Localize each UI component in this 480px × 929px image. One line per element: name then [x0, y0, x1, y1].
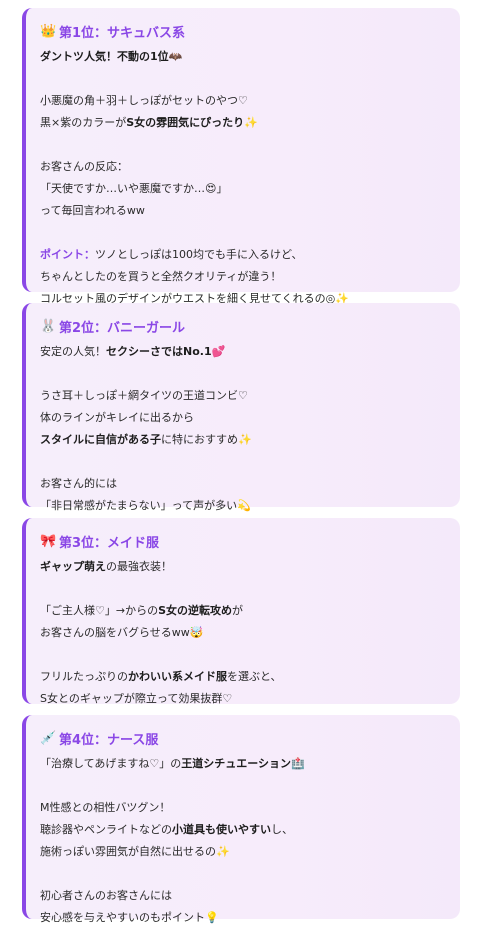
bold-text-span: スタイルに自信がある子 — [40, 433, 161, 446]
card-text-line: 初心者さんのお客さんには — [40, 889, 172, 902]
ranking-card-1: 👑 第1位：サキュバス系 ダントツ人気！不動の1位🦇 小悪魔の角＋羽＋しっぽがセ… — [22, 8, 460, 305]
card-text-line: 「天使ですか…いや悪魔ですか…😍」 — [40, 182, 228, 195]
text-span: の最強衣装！ — [106, 560, 172, 573]
bold-text-span: S女の逆転攻め — [158, 604, 233, 617]
ranking-card-2: 🐰 第2位：バニーガール 安定の人気！セクシーさではNo.1💕 うさ耳＋しっぽ＋… — [22, 303, 460, 512]
bold-text-span: セクシーさではNo.1 — [106, 345, 212, 358]
card-text-line: ギャップ萌えの最強衣装！ — [40, 556, 446, 578]
card-title-text: 第3位：メイド服 — [59, 535, 160, 551]
card-text-line: お客さんの脳をバグらせるww🤯 — [40, 626, 204, 639]
point-label: ポイント： — [40, 248, 95, 261]
card-text-line: 聴診器やペンライトなどの小道具も使いやすいし、 — [40, 819, 446, 841]
card-text-line: 「非日常感がたまらない」って声が多い💫 — [40, 499, 251, 512]
syringe-icon: 💉 — [40, 730, 57, 746]
hospital-icon: 🏥 — [290, 757, 305, 770]
text-span: 「ご主人様♡」→からの — [40, 604, 159, 617]
card-text-line: って毎回言われるww — [40, 204, 145, 217]
card-text-line: スタイルに自信がある子に特におすすめ✨ — [40, 429, 446, 451]
bold-text-span: 王道シチュエーション — [181, 757, 291, 770]
bold-text-span: かわいい系メイド服 — [128, 670, 227, 683]
bold-text-span: ギャップ萌え — [40, 560, 106, 573]
card-title: 💉 第4位：ナース服 — [40, 729, 446, 748]
card-text-line: ダントツ人気！不動の1位🦇 — [40, 50, 183, 63]
card-text-line: お客さんの反応： — [40, 160, 128, 173]
text-span: に特におすすめ✨ — [161, 433, 252, 446]
text-span: を選ぶと、 — [227, 670, 282, 683]
crown-icon: 👑 — [40, 23, 57, 39]
bold-text-span: S女の雰囲気にぴったり — [126, 116, 245, 129]
card-text-line: ポイント：ツノとしっぽは100均でも手に入るけど、 — [40, 244, 446, 266]
card-text-line: 体のラインがキレイに出るから — [40, 411, 194, 424]
ranking-card-4: 💉 第4位：ナース服 「治療してあげますね♡」の王道シチュエーション🏥 M性感と… — [22, 715, 460, 924]
card-text-line: S女とのギャップが際立って効果抜群♡ — [40, 692, 233, 705]
text-span: 安定の人気！ — [40, 345, 106, 358]
card-text-line: 「治療してあげますね♡」の王道シチュエーション🏥 — [40, 753, 446, 775]
card-text-line: 小悪魔の角＋羽＋しっぽがセットのやつ♡ — [40, 94, 248, 107]
card-text-line: 黒×紫のカラーがS女の雰囲気にぴったり✨ — [40, 112, 446, 134]
card-text-line: 施術っぽい雰囲気が自然に出せるの✨ — [40, 845, 230, 858]
text-span: が — [232, 604, 244, 617]
rabbit-icon: 🐰 — [40, 318, 57, 334]
card-text-line: お客さん的には — [40, 477, 117, 490]
card-text-line: うさ耳＋しっぽ＋網タイツの王道コンビ♡ — [40, 389, 248, 402]
text-span: 「治療してあげますね♡」の — [40, 757, 182, 770]
card-title-text: 第4位：ナース服 — [59, 732, 159, 748]
ranking-card-3: 🎀 第3位：メイド服 ギャップ萌えの最強衣装！ 「ご主人様♡」→からのS女の逆転… — [22, 518, 460, 705]
text-span: し、 — [271, 823, 293, 836]
card-title: 👑 第1位：サキュバス系 — [40, 22, 446, 41]
card-text-line: M性感との相性バツグン！ — [40, 801, 171, 814]
heart-icon: 💕 — [211, 345, 226, 358]
card-title-text: 第1位：サキュバス系 — [59, 25, 186, 41]
text-span: フリルたっぷりの — [40, 670, 128, 683]
card-text-line: ちゃんとしたのを買うと全然クオリティが違う！ — [40, 270, 282, 283]
card-text-line: 安定の人気！セクシーさではNo.1💕 — [40, 341, 446, 363]
text-span: 黒×紫のカラーが — [40, 116, 127, 129]
text-span: ツノとしっぽは100均でも手に入るけど、 — [95, 248, 303, 261]
ribbon-icon: 🎀 — [40, 533, 57, 549]
card-text-line: フリルたっぷりのかわいい系メイド服を選ぶと、 — [40, 666, 446, 688]
card-title-text: 第2位：バニーガール — [59, 320, 186, 336]
card-text-line: 「ご主人様♡」→からのS女の逆転攻めが — [40, 600, 446, 622]
bold-text-span: 小道具も使いやすい — [172, 823, 271, 836]
sparkle-icon: ✨ — [244, 116, 258, 129]
text-span: 聴診器やペンライトなどの — [40, 823, 172, 836]
card-title: 🐰 第2位：バニーガール — [40, 317, 446, 336]
card-title: 🎀 第3位：メイド服 — [40, 532, 446, 551]
